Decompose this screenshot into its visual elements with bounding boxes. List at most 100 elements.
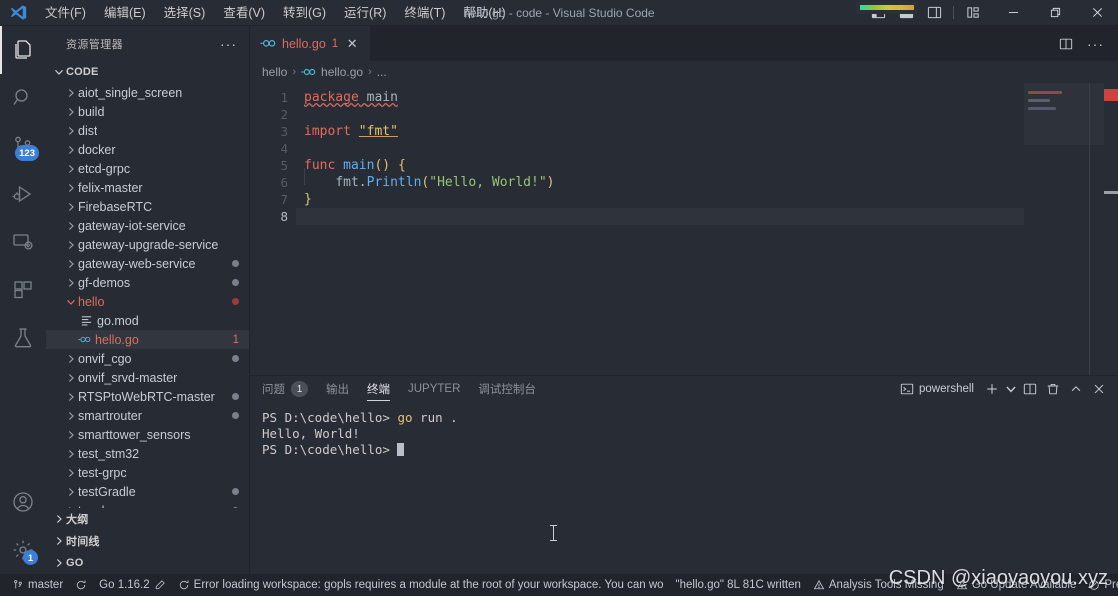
- status-workspace-error[interactable]: Error loading workspace: gopls requires …: [172, 574, 670, 596]
- overview-ruler[interactable]: [1104, 83, 1118, 375]
- panel-tab-problems[interactable]: 问题 1: [262, 376, 308, 402]
- tree-item-build[interactable]: build: [46, 102, 249, 121]
- customize-layout-icon[interactable]: [960, 0, 986, 26]
- tree-item-gf-demos[interactable]: gf-demos: [46, 273, 249, 292]
- breadcrumb-file[interactable]: hello.go: [321, 65, 363, 79]
- file-tree[interactable]: CODE aiot_single_screen build dist docke…: [46, 61, 249, 508]
- panel-tab-output[interactable]: 输出: [326, 376, 349, 402]
- tree-item-smarttower_sensors[interactable]: smarttower_sensors: [46, 425, 249, 444]
- chevron-right-icon: [64, 124, 78, 138]
- menu-selection[interactable]: 选择(S): [155, 0, 215, 26]
- tree-item-onvif_cgo[interactable]: onvif_cgo: [46, 349, 249, 368]
- tree-root-code[interactable]: CODE: [46, 61, 249, 83]
- tree-item-etcd-grpc[interactable]: etcd-grpc: [46, 159, 249, 178]
- tree-item-gateway-upgrade-service[interactable]: gateway-upgrade-service: [46, 235, 249, 254]
- tree-item-test_stm32[interactable]: test_stm32: [46, 444, 249, 463]
- kill-terminal-icon[interactable]: [1042, 378, 1064, 400]
- close-panel-icon[interactable]: [1088, 378, 1110, 400]
- breadcrumb-folder[interactable]: hello: [262, 65, 287, 79]
- tree-item-gateway-web-service[interactable]: gateway-web-service: [46, 254, 249, 273]
- activity-settings[interactable]: 1: [0, 526, 46, 574]
- chevron-right-icon: [64, 143, 78, 157]
- toggle-secondary-sidebar-icon[interactable]: [921, 0, 947, 26]
- status-go-version[interactable]: Go 1.16.2: [93, 574, 172, 596]
- status-branch[interactable]: master: [6, 574, 69, 596]
- activity-remote-explorer[interactable]: [0, 218, 46, 266]
- breadcrumb-symbols[interactable]: ...: [377, 65, 387, 79]
- tree-item-felix-master[interactable]: felix-master: [46, 178, 249, 197]
- tree-item-testGradle[interactable]: testGradle: [46, 482, 249, 501]
- tree-item-RTSPtoWebRTC-master[interactable]: RTSPtoWebRTC-master: [46, 387, 249, 406]
- tree-item-touch[interactable]: touch: [46, 501, 249, 508]
- modified-dot-icon: [232, 412, 239, 419]
- tree-item-smartrouter[interactable]: smartrouter: [46, 406, 249, 425]
- new-terminal-icon[interactable]: [981, 378, 1003, 400]
- window-minimize-button[interactable]: [992, 0, 1034, 26]
- activity-source-control[interactable]: 123: [0, 122, 46, 170]
- explorer-more-actions-icon[interactable]: ···: [216, 36, 241, 52]
- section-outline[interactable]: 大纲: [46, 508, 249, 530]
- split-terminal-icon[interactable]: [1019, 378, 1041, 400]
- split-editor-right-icon[interactable]: [1053, 31, 1079, 57]
- tree-item-label: onvif_cgo: [78, 351, 132, 366]
- activity-run-and-debug[interactable]: [0, 170, 46, 218]
- window-restore-button[interactable]: [1034, 0, 1076, 26]
- tree-item-hello[interactable]: hello: [46, 292, 249, 311]
- menu-terminal[interactable]: 终端(T): [395, 0, 454, 26]
- menu-run[interactable]: 运行(R): [335, 0, 395, 26]
- line-number: 7: [280, 192, 288, 207]
- status-go-update[interactable]: Go Update Available: [950, 574, 1083, 596]
- chevron-right-icon: [64, 371, 78, 385]
- go-file-icon: [301, 67, 316, 78]
- activity-extensions[interactable]: [0, 266, 46, 314]
- maximize-panel-icon[interactable]: [1065, 378, 1087, 400]
- status-prettier[interactable]: Prettier: [1082, 574, 1118, 596]
- activity-accounts[interactable]: [0, 478, 46, 526]
- panel-tab-jupyter[interactable]: JUPYTER: [408, 376, 460, 402]
- section-timeline[interactable]: 时间线: [46, 530, 249, 552]
- status-analysis-tools[interactable]: Analysis Tools Missing: [807, 574, 950, 596]
- activity-bar: 123 1: [0, 26, 46, 574]
- tree-item-label: onvif_srvd-master: [78, 370, 178, 385]
- menu-edit[interactable]: 编辑(E): [95, 0, 155, 26]
- code-token-brace: {: [397, 158, 406, 173]
- line-number: 4: [280, 141, 288, 156]
- tree-item-onvif_srvd-master[interactable]: onvif_srvd-master: [46, 368, 249, 387]
- menu-go[interactable]: 转到(G): [274, 0, 335, 26]
- tab-close-icon[interactable]: ✕: [344, 37, 360, 50]
- editor-more-actions-icon[interactable]: ···: [1081, 36, 1110, 52]
- panel-tab-terminal[interactable]: 终端: [367, 376, 390, 402]
- modified-dot-icon: [232, 279, 239, 286]
- tree-item-docker[interactable]: docker: [46, 140, 249, 159]
- activity-explorer[interactable]: [0, 26, 46, 74]
- section-go[interactable]: GO: [46, 552, 249, 574]
- menu-view[interactable]: 查看(V): [214, 0, 274, 26]
- section-label: 时间线: [66, 536, 100, 548]
- editor-group: hello.go 1 ✕ ··· hello › hello.go › ... …: [250, 26, 1118, 574]
- status-sync[interactable]: [69, 574, 93, 596]
- tree-item-FirebaseRTC[interactable]: FirebaseRTC: [46, 197, 249, 216]
- tree-item-test-grpc[interactable]: test-grpc: [46, 463, 249, 482]
- panel-tab-debug-console[interactable]: 调试控制台: [478, 376, 536, 402]
- menu-help[interactable]: 帮助(H): [454, 0, 514, 26]
- code-content[interactable]: package main import "fmt" func main() { …: [296, 83, 1118, 375]
- window-close-button[interactable]: [1076, 0, 1118, 26]
- terminal-shell-selector[interactable]: powershell: [900, 382, 974, 396]
- code-editor[interactable]: 1 2 3 4 5 6 7 8 package main import "fmt…: [250, 83, 1118, 375]
- tab-hello-go[interactable]: hello.go 1 ✕: [250, 26, 372, 61]
- tree-item-aiot_single_screen[interactable]: aiot_single_screen: [46, 83, 249, 102]
- code-token-method: Println: [366, 175, 422, 190]
- terminal-output[interactable]: PS D:\code\hello> go run . Hello, World!…: [250, 402, 1118, 574]
- title-bar: 文件(F) 编辑(E) 选择(S) 查看(V) 转到(G) 运行(R) 终端(T…: [0, 0, 1118, 26]
- activity-search[interactable]: [0, 74, 46, 122]
- section-label: 大纲: [66, 514, 89, 526]
- tree-item-hello.go[interactable]: hello.go 1: [46, 330, 249, 349]
- terminal-dropdown-icon[interactable]: [1004, 378, 1018, 400]
- breadcrumb-separator-icon: ›: [292, 66, 297, 78]
- menu-file[interactable]: 文件(F): [36, 0, 95, 26]
- tree-item-gateway-iot-service[interactable]: gateway-iot-service: [46, 216, 249, 235]
- activity-testing[interactable]: [0, 314, 46, 362]
- tree-item-go.mod[interactable]: go.mod: [46, 311, 249, 330]
- menu-bar: 文件(F) 编辑(E) 选择(S) 查看(V) 转到(G) 运行(R) 终端(T…: [36, 0, 515, 26]
- tree-item-dist[interactable]: dist: [46, 121, 249, 140]
